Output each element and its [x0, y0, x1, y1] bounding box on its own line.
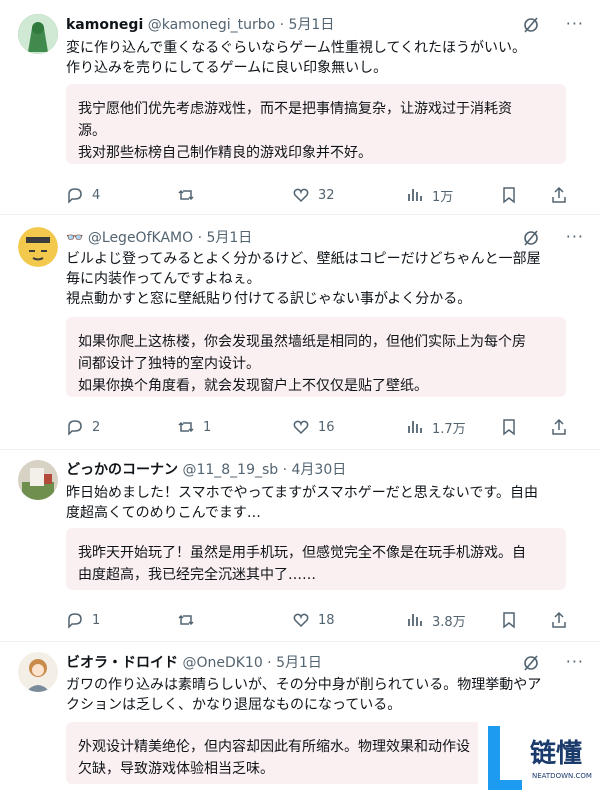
watermark-logo: 链懂 NEATDOWN.COM [478, 718, 600, 795]
share-icon [552, 611, 566, 628]
bookmark-icon [503, 612, 515, 629]
display-name[interactable]: ビオラ・ドロイド [66, 655, 178, 671]
avatar[interactable] [18, 14, 58, 54]
reply-button[interactable]: 4 [66, 185, 100, 205]
retweet-count: 1 [203, 419, 212, 435]
translation-box: 我宁愿他们优先考虑游戏性，而不是把事情搞复杂，让游戏过于消耗资 源。 我对那些标… [66, 84, 566, 164]
tweet-header: 👓 @LegeOfKAMO · 5月1日 [66, 229, 252, 247]
reply-icon [68, 420, 82, 436]
tweet-text: ガワの作り込みは素晴らしいが、その分中身が削られている。物理挙動やア クションは… [66, 677, 542, 713]
tweet-header: kamonegi @kamonegi_turbo · 5月1日 [66, 16, 334, 34]
more-icon[interactable]: ··· [566, 653, 584, 671]
action-bar: 2 1 16 1.7万 [66, 417, 576, 437]
share-button[interactable] [550, 417, 568, 437]
view-count: 3.8万 [432, 614, 466, 630]
tweet-text: 変に作り込んで重くなるぐらいならゲーム性重視してくれたほうがいい。 作り込みを売… [66, 40, 527, 76]
bookmark-button[interactable] [500, 185, 518, 205]
tweet-header: どっかのコーナン @11_8_19_sb · 4月30日 [66, 461, 346, 479]
grok-icon[interactable] [522, 654, 540, 672]
tweet-text: ビルよじ登ってみるとよく分かるけど、壁紙はコピーだけどちゃんと一部屋 毎に内装作… [66, 251, 541, 307]
views-button[interactable]: 3.8万 [406, 610, 466, 630]
handle-and-date[interactable]: @kamonegi_turbo · 5月1日 [148, 17, 335, 33]
more-icon[interactable]: ··· [566, 15, 584, 33]
reply-icon [68, 188, 82, 204]
view-count: 1.7万 [432, 421, 466, 437]
translation-box: 如果你爬上这栋楼，你会发现虽然墙纸是相同的，但他们实际上为每个房 间都设计了独特… [66, 317, 566, 397]
reply-button[interactable]: 2 [66, 417, 100, 437]
like-count: 16 [318, 419, 335, 435]
share-button[interactable] [550, 610, 568, 630]
tweet-text: 昨日始めました！スマホでやってますがスマホゲーだと思えないです。自由 度超高くて… [66, 485, 538, 521]
heart-icon [293, 420, 309, 435]
retweet-icon [178, 189, 194, 201]
action-bar: 1 18 3.8万 [66, 610, 576, 630]
display-name[interactable]: どっかのコーナン [66, 462, 178, 478]
handle-and-date[interactable]: @OneDK10 · 5月1日 [182, 655, 321, 671]
retweet-icon [178, 421, 194, 433]
share-icon [552, 418, 566, 435]
display-name[interactable]: kamonegi [66, 17, 143, 33]
avatar[interactable] [18, 652, 58, 692]
avatar[interactable] [18, 460, 58, 500]
tweet-header: ビオラ・ドロイド @OneDK10 · 5月1日 [66, 654, 322, 672]
reply-icon [68, 613, 82, 629]
more-icon[interactable]: ··· [566, 228, 584, 246]
heart-icon [293, 188, 309, 203]
avatar[interactable] [18, 227, 58, 267]
reply-count: 1 [92, 612, 101, 628]
share-icon [552, 186, 566, 203]
display-name[interactable]: 👓 [66, 230, 83, 246]
retweet-button[interactable] [177, 610, 203, 630]
views-icon [408, 614, 422, 626]
svg-text:链懂: 链懂 [530, 738, 582, 769]
handle-and-date[interactable]: @11_8_19_sb · 4月30日 [182, 462, 346, 478]
tweet[interactable]: 👓 @LegeOfKAMO · 5月1日 ··· ビルよじ登ってみるとよく分かる… [0, 215, 600, 450]
translation-box: 我昨天开始玩了！虽然是用手机玩，但感觉完全不像是在玩手机游戏。自 由度超高，我已… [66, 528, 566, 590]
share-button[interactable] [550, 185, 568, 205]
grok-icon[interactable] [522, 16, 540, 34]
like-button[interactable]: 16 [292, 417, 335, 437]
views-button[interactable]: 1.7万 [406, 417, 466, 437]
handle-and-date[interactable]: @LegeOfKAMO · 5月1日 [88, 230, 252, 246]
heart-icon [293, 613, 309, 628]
views-button[interactable]: 1万 [406, 185, 453, 205]
bookmark-button[interactable] [500, 610, 518, 630]
like-button[interactable]: 32 [292, 185, 335, 205]
reply-count: 2 [92, 419, 101, 435]
bookmark-button[interactable] [500, 417, 518, 437]
svg-text:NEATDOWN.COM: NEATDOWN.COM [532, 772, 592, 780]
reply-button[interactable]: 1 [66, 610, 100, 630]
retweet-icon [178, 614, 194, 626]
retweet-button[interactable] [177, 185, 203, 205]
reply-count: 4 [92, 187, 101, 203]
like-count: 18 [318, 612, 335, 628]
views-icon [408, 421, 422, 433]
like-count: 32 [318, 187, 335, 203]
view-count: 1万 [432, 189, 454, 205]
tweet[interactable]: kamonegi @kamonegi_turbo · 5月1日 ··· 変に作り… [0, 0, 600, 215]
grok-icon[interactable] [522, 229, 540, 247]
action-bar: 4 32 1万 [66, 185, 576, 205]
tweet[interactable]: どっかのコーナン @11_8_19_sb · 4月30日 昨日始めました！スマホ… [0, 450, 600, 642]
bookmark-icon [503, 419, 515, 436]
retweet-button[interactable]: 1 [177, 417, 211, 437]
views-icon [408, 189, 422, 201]
bookmark-icon [503, 187, 515, 204]
like-button[interactable]: 18 [292, 610, 335, 630]
